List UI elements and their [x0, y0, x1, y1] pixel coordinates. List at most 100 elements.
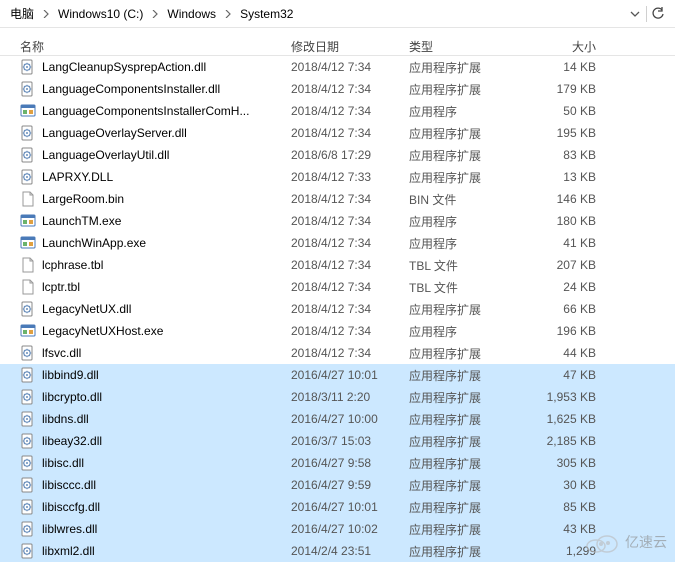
chevron-right-icon[interactable] [42, 10, 50, 18]
refresh-icon[interactable] [651, 7, 665, 21]
file-row[interactable]: lcphrase.tbl2018/4/12 7:34TBL 文件207 KB [0, 254, 675, 276]
file-row[interactable]: LanguageOverlayServer.dll2018/4/12 7:34应… [0, 122, 675, 144]
file-size: 179 KB [516, 78, 616, 100]
gear-page-icon [20, 433, 36, 449]
file-size: 2,185 KB [516, 430, 616, 452]
file-date: 2016/4/27 10:01 [283, 496, 401, 518]
file-name: lcptr.tbl [42, 280, 80, 294]
breadcrumb-item[interactable]: Windows10 (C:) [52, 5, 149, 23]
gear-page-icon [20, 59, 36, 75]
file-row[interactable]: libcrypto.dll2018/3/11 2:20应用程序扩展1,953 K… [0, 386, 675, 408]
file-row[interactable]: LaunchWinApp.exe2018/4/12 7:34应用程序41 KB [0, 232, 675, 254]
file-row[interactable]: libdns.dll2016/4/27 10:00应用程序扩展1,625 KB [0, 408, 675, 430]
file-name: LanguageOverlayServer.dll [42, 126, 187, 140]
file-row[interactable]: LanguageComponentsInstaller.dll 2018/4/12… [0, 78, 675, 100]
separator [646, 6, 647, 22]
file-row[interactable]: libisc.dll2016/4/27 9:58应用程序扩展305 KB [0, 452, 675, 474]
gear-page-icon [20, 367, 36, 383]
file-date: 2018/4/12 7:34 [283, 320, 401, 342]
file-date: 2018/4/12 7:34 [283, 56, 401, 78]
file-size: 83 KB [516, 144, 616, 166]
file-size: 30 KB [516, 474, 616, 496]
chevron-right-icon[interactable] [151, 10, 159, 18]
file-date: 2018/4/12 7:34 [283, 232, 401, 254]
file-size: 14 KB [516, 56, 616, 78]
file-name: libxml2.dll [42, 544, 95, 558]
file-date: 2018/4/12 7:33 [283, 166, 401, 188]
app-icon [20, 213, 36, 229]
watermark: 亿速云 [583, 530, 667, 554]
chevron-down-icon[interactable] [628, 7, 642, 21]
file-name: libisccfg.dll [42, 500, 100, 514]
file-date: 2014/2/4 23:51 [283, 540, 401, 562]
breadcrumb-item[interactable]: 电脑 [4, 3, 40, 24]
file-name: LaunchWinApp.exe [42, 236, 146, 250]
app-icon [20, 103, 36, 119]
file-name: LegacyNetUXHost.exe [42, 324, 163, 338]
file-row[interactable]: libisccc.dll2016/4/27 9:59应用程序扩展30 KB [0, 474, 675, 496]
file-name: libisc.dll [42, 456, 84, 470]
gear-page-icon [20, 125, 36, 141]
file-name: LanguageComponentsInstaller.dll [42, 82, 220, 96]
breadcrumb-item[interactable]: Windows [161, 5, 222, 23]
file-size: 305 KB [516, 452, 616, 474]
file-date: 2018/6/8 17:29 [283, 144, 401, 166]
file-size: 85 KB [516, 496, 616, 518]
file-size: 1,953 KB [516, 386, 616, 408]
chevron-right-icon[interactable] [224, 10, 232, 18]
file-size: 41 KB [516, 232, 616, 254]
app-icon [20, 235, 36, 251]
file-icon [20, 279, 36, 295]
file-date: 2018/4/12 7:34 [283, 122, 401, 144]
file-row[interactable]: LegacyNetUX.dll2018/4/12 7:34应用程序扩展66 KB [0, 298, 675, 320]
file-date: 2018/4/12 7:34 [283, 254, 401, 276]
file-size: 1,625 KB [516, 408, 616, 430]
file-row[interactable]: lfsvc.dll2018/4/12 7:34应用程序扩展44 KB [0, 342, 675, 364]
file-row[interactable]: libisccfg.dll2016/4/27 10:01应用程序扩展85 KB [0, 496, 675, 518]
file-name: libdns.dll [42, 412, 89, 426]
file-row[interactable]: LegacyNetUXHost.exe2018/4/12 7:34应用程序196… [0, 320, 675, 342]
file-name: LegacyNetUX.dll [42, 302, 131, 316]
file-date: 2016/4/27 9:59 [283, 474, 401, 496]
file-row[interactable]: libbind9.dll2016/4/27 10:01应用程序扩展47 KB [0, 364, 675, 386]
gear-page-icon [20, 477, 36, 493]
gear-page-icon [20, 389, 36, 405]
file-date: 2018/3/11 2:20 [283, 386, 401, 408]
cloud-icon [583, 530, 619, 554]
file-icon [20, 257, 36, 273]
file-date: 2018/4/12 7:34 [283, 298, 401, 320]
file-row[interactable]: LangCleanupSysprepAction.dll2018/4/12 7:… [0, 56, 675, 78]
file-date: 2018/4/12 7:34 [283, 188, 401, 210]
file-row[interactable]: LaunchTM.exe2018/4/12 7:34应用程序180 KB [0, 210, 675, 232]
file-row[interactable]: liblwres.dll2016/4/27 10:02应用程序扩展43 KB [0, 518, 675, 540]
app-icon [20, 323, 36, 339]
file-size: 44 KB [516, 342, 616, 364]
file-row[interactable]: LargeRoom.bin2018/4/12 7:34BIN 文件146 KB [0, 188, 675, 210]
file-size: 146 KB [516, 188, 616, 210]
file-date: 2018/4/12 7:34 [283, 78, 401, 100]
gear-page-icon [20, 521, 36, 537]
file-name: LanguageOverlayUtil.dll [42, 148, 169, 162]
file-date: 2016/3/7 15:03 [283, 430, 401, 452]
breadcrumb: 电脑 Windows10 (C:) Windows System32 [0, 0, 675, 28]
file-row[interactable]: LanguageComponentsInstallerComH...2018/4… [0, 100, 675, 122]
file-name: lcphrase.tbl [42, 258, 103, 272]
file-date: 2016/4/27 10:00 [283, 408, 401, 430]
file-size: 47 KB [516, 364, 616, 386]
file-name: libbind9.dll [42, 368, 99, 382]
file-date: 2018/4/12 7:34 [283, 342, 401, 364]
file-size: 50 KB [516, 100, 616, 122]
file-row[interactable]: libeay32.dll2016/3/7 15:03应用程序扩展2,185 KB [0, 430, 675, 452]
file-date: 2018/4/12 7:34 [283, 210, 401, 232]
gear-page-icon [20, 169, 36, 185]
file-size: 24 KB [516, 276, 616, 298]
breadcrumb-item[interactable]: System32 [234, 5, 299, 23]
file-size: 13 KB [516, 166, 616, 188]
gear-page-icon [20, 301, 36, 317]
file-size: 180 KB [516, 210, 616, 232]
file-row[interactable]: LanguageOverlayUtil.dll2018/6/8 17:29应用程… [0, 144, 675, 166]
file-row[interactable]: libxml2.dll2014/2/4 23:51应用程序扩展1,299 [0, 540, 675, 562]
gear-page-icon [20, 543, 36, 559]
file-row[interactable]: lcptr.tbl2018/4/12 7:34TBL 文件24 KB [0, 276, 675, 298]
file-row[interactable]: LAPRXY.DLL2018/4/12 7:33应用程序扩展13 KB [0, 166, 675, 188]
